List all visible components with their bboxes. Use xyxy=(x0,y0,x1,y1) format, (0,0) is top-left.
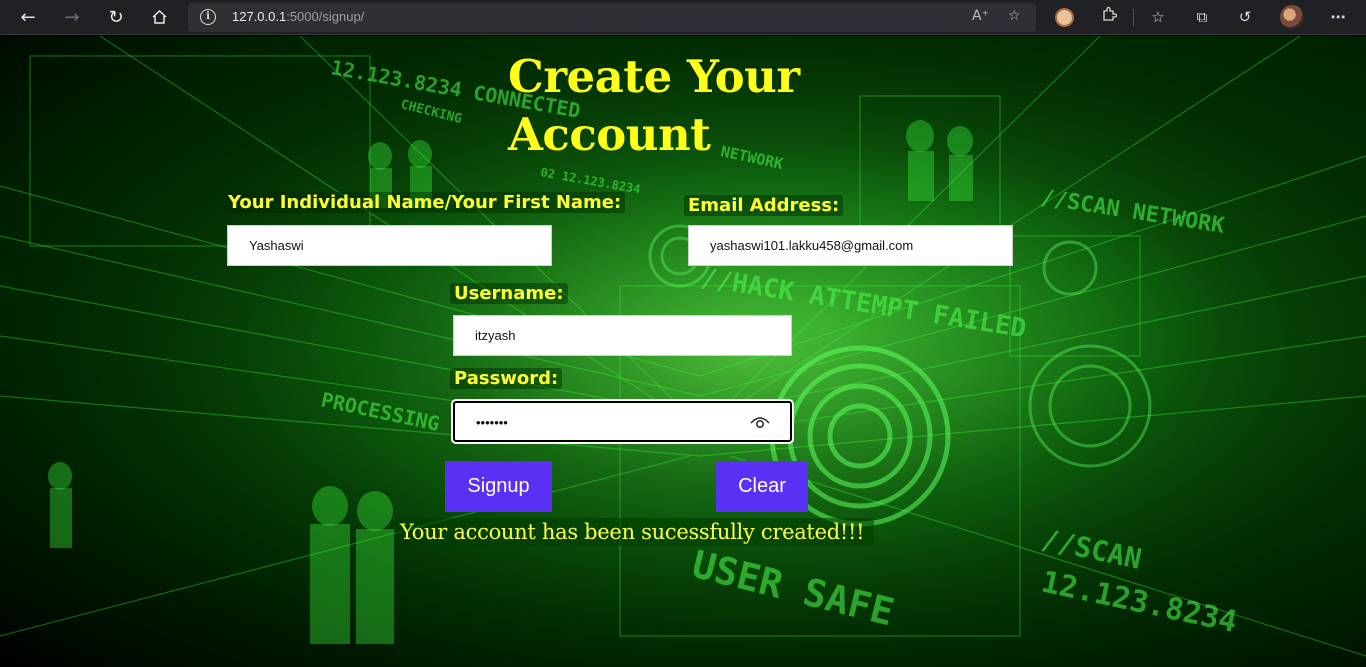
password-dots: ••••••• xyxy=(476,415,508,430)
collections-icon[interactable]: ⧉ xyxy=(1191,6,1213,28)
email-label: Email Address: xyxy=(684,195,844,216)
refresh-icon[interactable]: ↻ xyxy=(102,4,130,30)
name-label: Your Individual Name/Your First Name: xyxy=(224,192,626,213)
reveal-password-icon[interactable] xyxy=(750,414,770,430)
clear-button[interactable]: Clear xyxy=(716,461,808,512)
home-icon[interactable] xyxy=(145,4,173,30)
back-icon[interactable]: ← xyxy=(14,4,42,30)
password-label: Password: xyxy=(450,368,563,389)
password-field[interactable]: ••••••• xyxy=(451,399,794,444)
more-icon[interactable]: ⋯ xyxy=(1327,6,1349,28)
success-message: Your account has been sucessfully create… xyxy=(396,518,875,546)
browser-toolbar: ← → ↻ i 127.0.0.1:5000/signup/ A⁺ ☆ ☆ ⧉ … xyxy=(0,0,1366,35)
username-field[interactable]: itzyash xyxy=(453,315,792,356)
extension-avatar-icon[interactable] xyxy=(1055,8,1074,27)
address-bar[interactable]: i 127.0.0.1:5000/signup/ A⁺ ☆ xyxy=(188,3,1036,32)
favorites-icon[interactable]: ☆ xyxy=(1147,6,1169,28)
toolbar-divider xyxy=(1133,9,1134,26)
page-title: Create Your Account xyxy=(508,50,800,161)
url-text[interactable]: 127.0.0.1:5000/signup/ xyxy=(232,9,364,24)
info-icon[interactable]: i xyxy=(200,9,216,25)
forward-icon[interactable]: → xyxy=(58,4,86,30)
username-label: Username: xyxy=(450,283,568,304)
profile-avatar[interactable] xyxy=(1280,5,1304,29)
history-icon[interactable]: ↺ xyxy=(1234,6,1256,28)
name-field[interactable]: Yashaswi xyxy=(227,225,552,266)
read-aloud-icon[interactable]: A⁺ xyxy=(972,8,989,24)
extension-icon[interactable] xyxy=(1098,6,1120,28)
signup-page: 12.123.8234 CONNECTED CHECKING NETWORK /… xyxy=(0,36,1366,667)
favorite-add-icon[interactable]: ☆ xyxy=(1008,8,1021,24)
email-field[interactable]: yashaswi101.lakku458@gmail.com xyxy=(688,225,1013,266)
signup-button[interactable]: Signup xyxy=(445,461,552,512)
